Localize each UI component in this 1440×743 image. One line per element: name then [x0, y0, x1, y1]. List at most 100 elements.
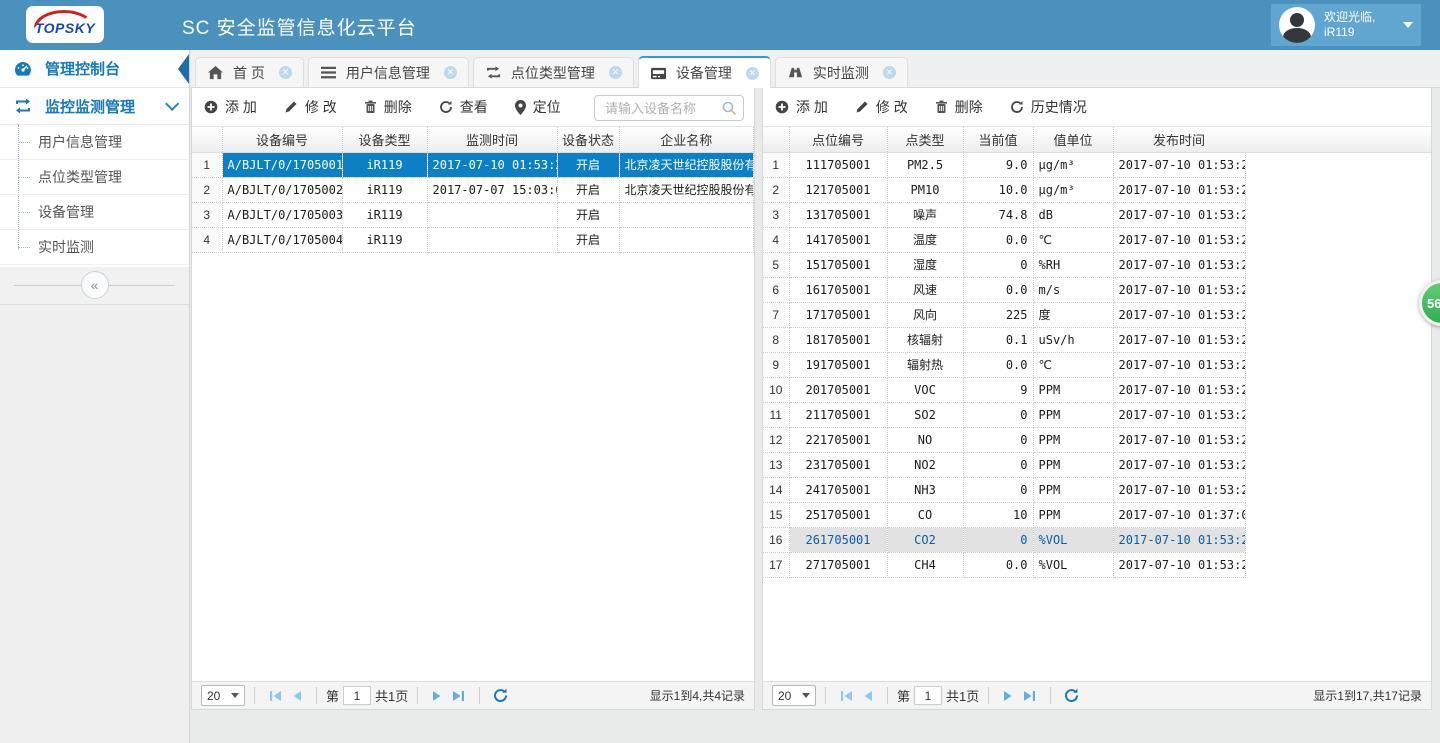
col-device-type[interactable]: 设备类型	[342, 127, 427, 152]
sidebar-item-realtime[interactable]: 实时监测	[0, 230, 189, 265]
table-row[interactable]: 12221705001NO0PPM2017-07-10 01:53:21	[763, 427, 1245, 452]
table-row[interactable]: 17271705001CH40.0%VOL2017-07-10 01:53:21	[763, 552, 1245, 577]
first-page-button[interactable]	[840, 690, 853, 702]
device-search-input[interactable]	[603, 100, 722, 117]
cell-time: 2017-07-10 01:53:22	[1113, 152, 1245, 177]
cell-value: 10.0	[963, 177, 1033, 202]
col-value-unit[interactable]: 值单位	[1033, 127, 1113, 152]
edit-button[interactable]: 修 改	[855, 97, 908, 117]
table-row[interactable]: 2121705001PM1010.0μg/m³2017-07-10 01:53:…	[763, 177, 1245, 202]
home-icon	[207, 65, 224, 80]
table-row[interactable]: 11211705001SO20PPM2017-07-10 01:53:22	[763, 402, 1245, 427]
close-icon[interactable]: ✕	[883, 66, 896, 79]
close-icon[interactable]: ✕	[444, 66, 457, 79]
user-menu[interactable]: 欢迎光临, iR119	[1271, 4, 1421, 46]
table-row[interactable]: 10201705001VOC9PPM2017-07-10 01:53:22	[763, 377, 1245, 402]
sidebar-item-point-type[interactable]: 点位类型管理	[0, 160, 189, 195]
delete-button[interactable]: 删除	[364, 97, 412, 117]
table-row[interactable]: 3131705001噪声74.8dB2017-07-10 01:53:22	[763, 202, 1245, 227]
cell-point_no: 131705001	[789, 202, 887, 227]
table-row[interactable]: 14241705001NH30PPM2017-07-10 01:53:21	[763, 477, 1245, 502]
locate-button[interactable]: 定位	[515, 97, 561, 117]
device-toolbar: 添 加 修 改 删除 查看 定位	[192, 88, 754, 127]
next-page-button[interactable]	[432, 690, 442, 702]
table-row[interactable]: 6161705001风速0.0m/s2017-07-10 01:53:21	[763, 277, 1245, 302]
table-row[interactable]: 4141705001温度0.0℃2017-07-10 01:53:22	[763, 227, 1245, 252]
table-row[interactable]: 16261705001CO20%VOL2017-07-10 01:53:22	[763, 527, 1245, 552]
prev-page-button[interactable]	[292, 690, 302, 702]
tab-user-info[interactable]: 用户信息管理 ✕	[308, 57, 469, 87]
table-row[interactable]: 15251705001CO10PPM2017-07-10 01:37:01	[763, 502, 1245, 527]
close-icon[interactable]: ✕	[279, 66, 292, 79]
table-row[interactable]: 9191705001辐射热0.0℃2017-07-10 01:53:21	[763, 352, 1245, 377]
col-point-type[interactable]: 点类型	[887, 127, 963, 152]
col-publish-time[interactable]: 发布时间	[1113, 127, 1245, 152]
sidebar-group-monitoring[interactable]: 监控监测管理	[0, 88, 189, 125]
refresh-button[interactable]	[493, 688, 508, 703]
refresh-button[interactable]	[1064, 688, 1079, 703]
next-page-button[interactable]	[1003, 690, 1013, 702]
cell-point_type: CO	[887, 502, 963, 527]
history-button[interactable]: 历史情况	[1010, 97, 1087, 117]
plus-circle-icon	[775, 100, 789, 114]
close-icon[interactable]: ✕	[746, 67, 759, 80]
cell-status: 开启	[557, 227, 619, 252]
table-row[interactable]: 1111705001PM2.59.0μg/m³2017-07-10 01:53:…	[763, 152, 1245, 177]
table-row[interactable]: 5151705001湿度0%RH2017-07-10 01:53:22	[763, 252, 1245, 277]
page-size-select[interactable]: 20	[772, 685, 816, 706]
cell-company	[619, 202, 754, 227]
view-button[interactable]: 查看	[439, 97, 488, 117]
table-row[interactable]: 3A/BJLT/0/1705003iR119开启	[192, 202, 754, 227]
tabbar: 首 页 ✕ 用户信息管理 ✕ 点位类型管理 ✕ 设备管理 ✕ 实时监测 ✕	[191, 50, 1440, 88]
cell-num: 1	[763, 152, 789, 177]
sidebar-submenu: 用户信息管理 点位类型管理 设备管理 实时监测	[0, 125, 189, 267]
tab-point-type[interactable]: 点位类型管理 ✕	[473, 57, 634, 87]
tab-home[interactable]: 首 页 ✕	[195, 57, 304, 87]
cell-unit: PPM	[1033, 477, 1113, 502]
col-point-no[interactable]: 点位编号	[789, 127, 887, 152]
edit-button[interactable]: 修 改	[284, 97, 337, 117]
collapse-sidebar-button[interactable]: «	[81, 271, 109, 299]
page-number-input[interactable]	[343, 686, 371, 705]
cell-num: 10	[763, 377, 789, 402]
last-page-button[interactable]	[1023, 690, 1036, 702]
cell-num: 4	[763, 227, 789, 252]
point-panel: 添 加 修 改 删除 历史情况 点位编号 点类型 当前值 值单位	[762, 88, 1432, 710]
tab-device-mgmt[interactable]: 设备管理 ✕	[638, 56, 771, 88]
close-icon[interactable]: ✕	[609, 66, 622, 79]
first-page-button[interactable]	[269, 690, 282, 702]
prev-page-button[interactable]	[863, 690, 873, 702]
col-device-no[interactable]: 设备编号	[222, 127, 342, 152]
table-row[interactable]: 8181705001核辐射0.1uSv/h2017-07-10 01:53:21	[763, 327, 1245, 352]
sidebar-item-user-info[interactable]: 用户信息管理	[0, 125, 189, 160]
binoculars-icon	[787, 65, 804, 80]
cell-point_no: 181705001	[789, 327, 887, 352]
page-number-input[interactable]	[914, 686, 942, 705]
col-current-value[interactable]: 当前值	[963, 127, 1033, 152]
cell-time: 2017-07-10 01:53:22	[1113, 527, 1245, 552]
col-monitor-time[interactable]: 监测时间	[427, 127, 557, 152]
col-device-status[interactable]: 设备状态	[557, 127, 619, 152]
device-table-header: 设备编号 设备类型 监测时间 设备状态 企业名称	[192, 127, 754, 152]
last-page-button[interactable]	[452, 690, 465, 702]
col-company[interactable]: 企业名称	[619, 127, 754, 152]
cell-unit: PPM	[1033, 502, 1113, 527]
delete-button[interactable]: 删除	[935, 97, 983, 117]
table-row[interactable]: 2A/BJLT/0/1705002iR1192017-07-07 15:03:0…	[192, 177, 754, 202]
add-button[interactable]: 添 加	[204, 97, 257, 117]
table-row[interactable]: 1A/BJLT/0/1705001iR1192017-07-10 01:53:2…	[192, 152, 754, 177]
table-row[interactable]: 7171705001风向225度2017-07-10 01:53:21	[763, 302, 1245, 327]
table-row[interactable]: 4A/BJLT/0/1705004iR119开启	[192, 227, 754, 252]
cell-value: 0	[963, 402, 1033, 427]
tab-realtime[interactable]: 实时监测 ✕	[775, 57, 908, 87]
swap-icon	[485, 65, 502, 80]
cell-point_type: VOC	[887, 377, 963, 402]
add-button[interactable]: 添 加	[775, 97, 828, 117]
sidebar-item-console[interactable]: 管理控制台	[0, 50, 189, 88]
table-row[interactable]: 13231705001NO20PPM2017-07-10 01:53:22	[763, 452, 1245, 477]
header-filler	[1245, 127, 1431, 153]
sidebar-item-device-mgmt[interactable]: 设备管理	[0, 195, 189, 230]
search-icon[interactable]	[722, 101, 737, 116]
page-size-select[interactable]: 20	[201, 685, 245, 706]
cell-value: 0.0	[963, 277, 1033, 302]
